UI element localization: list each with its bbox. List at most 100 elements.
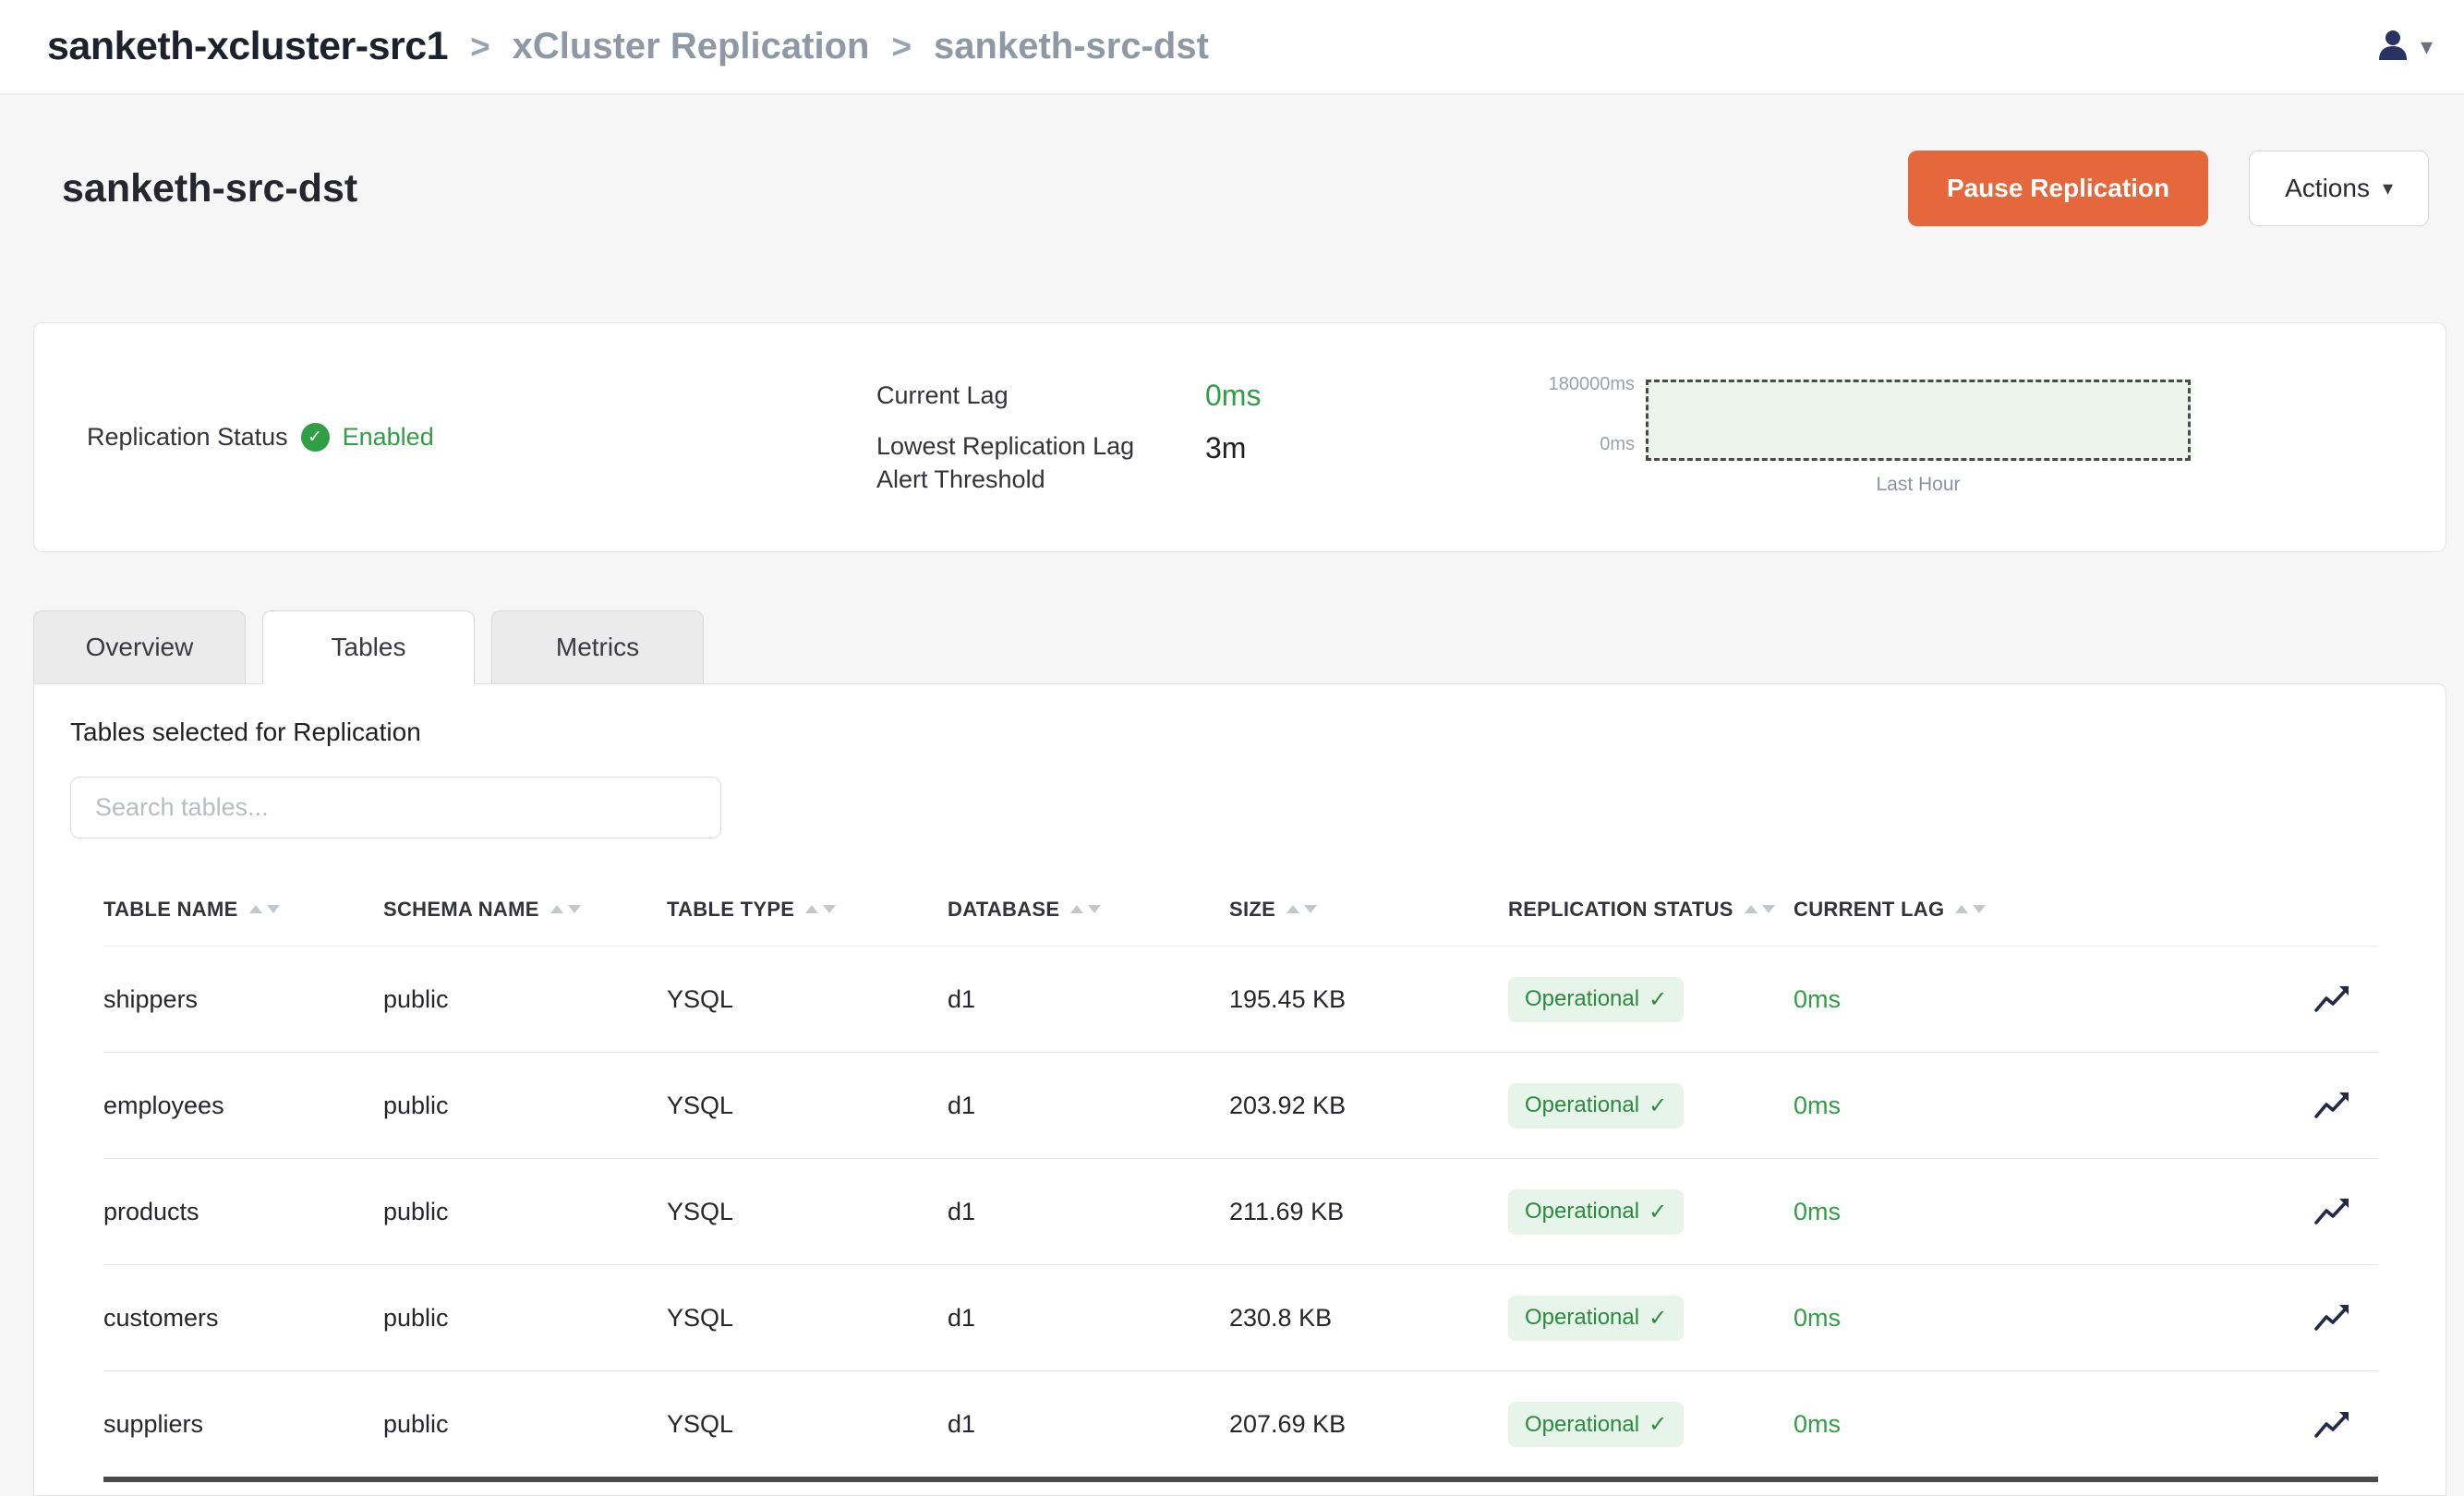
cell-table-type: YSQL — [667, 1410, 948, 1439]
cell-replication-status: Operational ✓ — [1508, 1189, 1794, 1235]
row-metrics-chart-icon[interactable] — [2313, 983, 2378, 1016]
row-metrics-chart-icon[interactable] — [2313, 1195, 2378, 1228]
replication-status-label: Replication Status — [87, 423, 288, 452]
tables-panel-title: Tables selected for Replication — [70, 718, 2410, 747]
sort-icon — [550, 905, 581, 913]
current-lag-value: 0ms — [1205, 379, 1550, 413]
cell-replication-status: Operational ✓ — [1508, 1402, 1794, 1447]
alert-threshold-label: Lowest Replication Lag Alert Threshold — [876, 429, 1205, 497]
actions-button[interactable]: Actions ▾ — [2249, 151, 2429, 226]
lag-chart-x-label: Last Hour — [1876, 474, 1960, 496]
table-row: customers public YSQL d1 230.8 KB Operat… — [103, 1265, 2378, 1371]
replication-status-card: Replication Status ✓ Enabled Current Lag… — [33, 322, 2446, 552]
chevron-down-icon: ▾ — [2383, 176, 2393, 200]
sort-icon — [805, 905, 836, 913]
cell-schema-name: public — [383, 1198, 667, 1226]
cell-table-type: YSQL — [667, 1304, 948, 1333]
cell-table-name: suppliers — [103, 1410, 383, 1439]
user-menu[interactable]: ▾ — [2374, 26, 2433, 67]
breadcrumb-current: sanketh-src-dst — [934, 26, 1209, 67]
table-header-row: TABLE NAME SCHEMA NAME TABLE TYPE DATABA… — [103, 873, 2378, 947]
check-circle-icon: ✓ — [301, 423, 330, 452]
row-metrics-chart-icon[interactable] — [2313, 1408, 2378, 1442]
cell-current-lag: 0ms — [1794, 1410, 2304, 1439]
cell-size: 211.69 KB — [1229, 1198, 1508, 1226]
cell-current-lag: 0ms — [1794, 985, 2304, 1014]
column-header-table-name[interactable]: TABLE NAME — [103, 898, 383, 922]
search-input[interactable] — [70, 777, 721, 838]
cell-database: d1 — [948, 985, 1229, 1014]
tab-overview[interactable]: Overview — [33, 610, 246, 683]
y-max-label: 180000ms — [1549, 374, 1635, 395]
breadcrumb-separator: > — [470, 28, 490, 66]
sort-icon — [1955, 905, 1986, 913]
replication-status-value: Enabled — [343, 423, 434, 452]
column-header-current-lag[interactable]: CURRENT LAG — [1794, 898, 2304, 922]
replication-tables-table: TABLE NAME SCHEMA NAME TABLE TYPE DATABA… — [103, 873, 2378, 1482]
pause-replication-button[interactable]: Pause Replication — [1908, 151, 2208, 226]
cell-database: d1 — [948, 1304, 1229, 1333]
tab-tables[interactable]: Tables — [262, 610, 475, 683]
column-header-database[interactable]: DATABASE — [948, 898, 1229, 922]
row-metrics-chart-icon[interactable] — [2313, 1089, 2378, 1122]
status-badge: Operational ✓ — [1508, 1083, 1684, 1128]
current-lag-label: Current Lag — [876, 381, 1205, 410]
cell-database: d1 — [948, 1410, 1229, 1439]
cell-schema-name: public — [383, 1410, 667, 1439]
cell-database: d1 — [948, 1092, 1229, 1120]
lag-chart-y-axis: 180000ms 0ms — [1550, 374, 1646, 455]
table-row: employees public YSQL d1 203.92 KB Opera… — [103, 1053, 2378, 1159]
lag-chart-plot-area: Last Hour — [1646, 380, 2191, 496]
table-row: shippers public YSQL d1 195.45 KB Operat… — [103, 947, 2378, 1053]
table-row: suppliers public YSQL d1 207.69 KB Opera… — [103, 1371, 2378, 1478]
alert-threshold-value: 3m — [1205, 429, 1550, 465]
cell-table-type: YSQL — [667, 985, 948, 1014]
cell-replication-status: Operational ✓ — [1508, 1296, 1794, 1341]
column-header-table-type[interactable]: TABLE TYPE — [667, 898, 948, 922]
cell-table-name: employees — [103, 1092, 383, 1120]
sort-icon — [1745, 905, 1775, 913]
table-body: shippers public YSQL d1 195.45 KB Operat… — [103, 947, 2378, 1478]
cell-size: 195.45 KB — [1229, 985, 1508, 1014]
tab-metrics[interactable]: Metrics — [491, 610, 704, 683]
row-metrics-chart-icon[interactable] — [2313, 1301, 2378, 1334]
cell-current-lag: 0ms — [1794, 1304, 2304, 1333]
column-header-schema-name[interactable]: SCHEMA NAME — [383, 898, 667, 922]
cell-schema-name: public — [383, 985, 667, 1014]
cell-replication-status: Operational ✓ — [1508, 1083, 1794, 1128]
lag-metrics: Current Lag 0ms Lowest Replication Lag A… — [876, 379, 1550, 497]
sort-icon — [1286, 905, 1317, 913]
cell-schema-name: public — [383, 1304, 667, 1333]
sort-icon — [1070, 905, 1101, 913]
partial-row-divider — [103, 1477, 2378, 1482]
status-badge: Operational ✓ — [1508, 1296, 1684, 1341]
cell-table-name: shippers — [103, 985, 383, 1014]
column-header-replication-status[interactable]: REPLICATION STATUS — [1508, 898, 1794, 922]
cell-database: d1 — [948, 1198, 1229, 1226]
breadcrumb-section[interactable]: xCluster Replication — [513, 26, 870, 67]
actions-button-label: Actions — [2285, 174, 2370, 203]
breadcrumb: sanketh-xcluster-src1 > xCluster Replica… — [47, 24, 1209, 69]
replication-status-group: Replication Status ✓ Enabled — [87, 423, 876, 452]
check-icon: ✓ — [1649, 1411, 1667, 1438]
sort-icon — [249, 905, 280, 913]
status-badge: Operational ✓ — [1508, 1402, 1684, 1447]
cell-size: 203.92 KB — [1229, 1092, 1508, 1120]
chevron-down-icon: ▾ — [2421, 32, 2433, 61]
y-min-label: 0ms — [1600, 434, 1635, 455]
column-header-size[interactable]: SIZE — [1229, 898, 1508, 922]
status-badge: Operational ✓ — [1508, 977, 1684, 1022]
tables-panel: Tables selected for Replication TABLE NA… — [33, 683, 2446, 1496]
check-icon: ✓ — [1649, 1199, 1667, 1225]
user-avatar-icon — [2374, 26, 2411, 67]
cell-table-type: YSQL — [667, 1092, 948, 1120]
cell-current-lag: 0ms — [1794, 1198, 2304, 1226]
check-icon: ✓ — [1649, 986, 1667, 1013]
cell-replication-status: Operational ✓ — [1508, 977, 1794, 1022]
tab-bar: Overview Tables Metrics — [33, 610, 2464, 683]
check-icon: ✓ — [1649, 1092, 1667, 1119]
cell-size: 207.69 KB — [1229, 1410, 1508, 1439]
cell-schema-name: public — [383, 1092, 667, 1120]
cell-current-lag: 0ms — [1794, 1092, 2304, 1120]
breadcrumb-cluster[interactable]: sanketh-xcluster-src1 — [47, 24, 448, 69]
